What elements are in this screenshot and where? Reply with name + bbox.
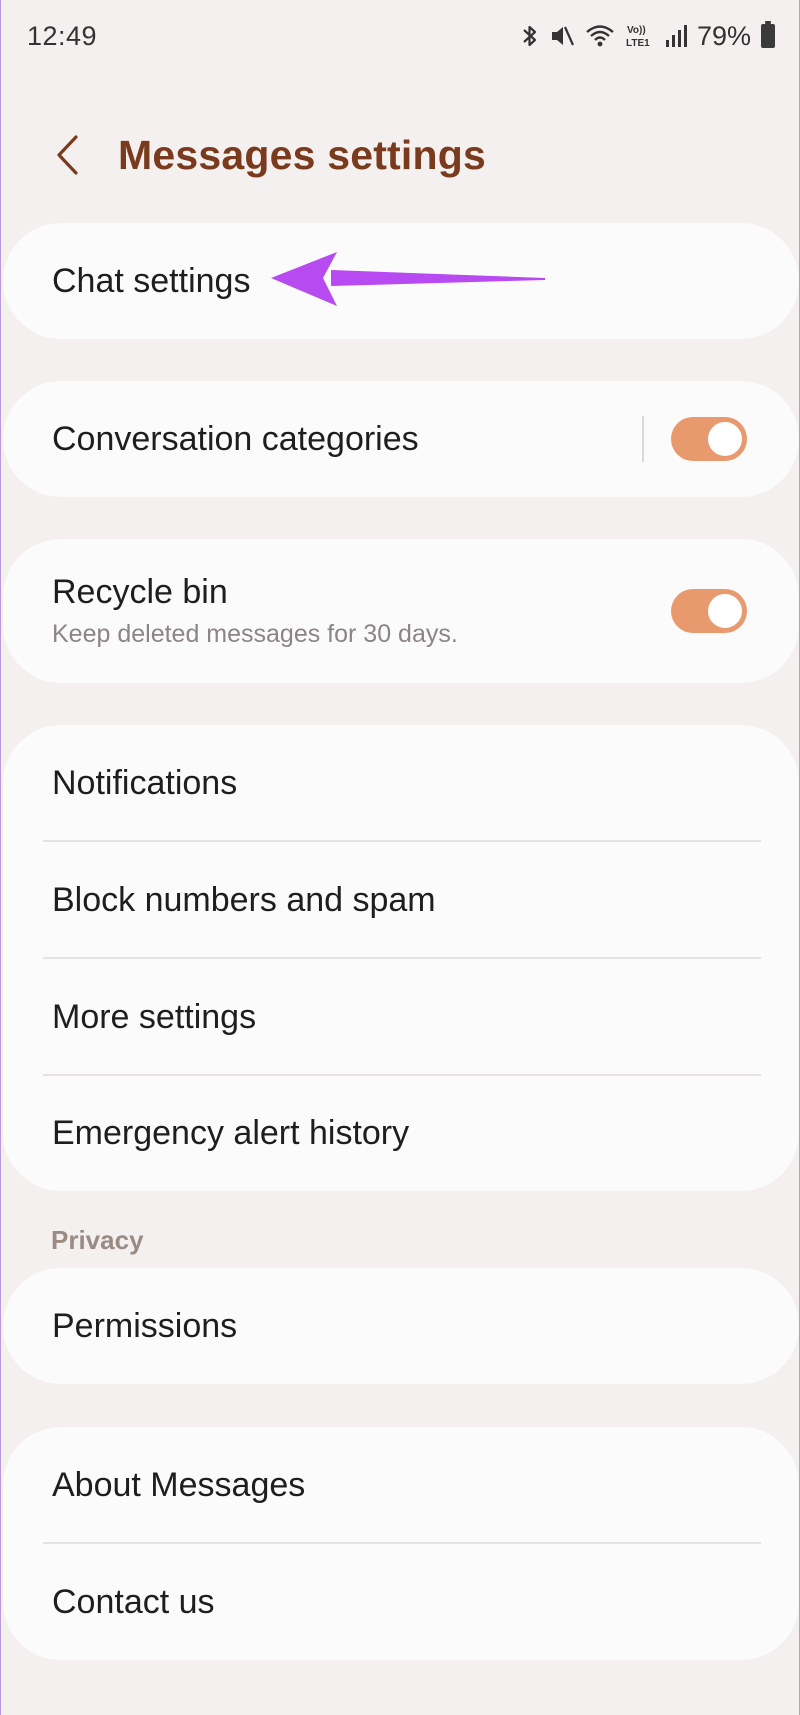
block-numbers-label: Block numbers and spam bbox=[52, 881, 436, 919]
privacy-section-label: Privacy bbox=[51, 1225, 144, 1255]
signal-icon bbox=[665, 24, 687, 48]
recycle-bin-toggle[interactable] bbox=[671, 589, 747, 633]
mute-icon bbox=[549, 23, 575, 49]
recycle-bin-subtitle: Keep deleted messages for 30 days. bbox=[52, 620, 458, 648]
conversation-categories-card: Conversation categories bbox=[3, 381, 799, 497]
recycle-bin-text: Recycle bin Keep deleted messages for 30… bbox=[52, 573, 458, 649]
page-title: Messages settings bbox=[118, 132, 486, 178]
permissions-label: Permissions bbox=[52, 1306, 238, 1345]
conversation-categories-toggle[interactable] bbox=[671, 417, 747, 461]
privacy-card: Permissions bbox=[3, 1268, 799, 1384]
app-header: Messages settings bbox=[1, 118, 800, 198]
block-numbers-item[interactable]: Block numbers and spam bbox=[3, 842, 799, 959]
vertical-divider bbox=[642, 416, 644, 462]
back-button[interactable] bbox=[45, 132, 89, 182]
status-icons: Vo)) LTE1 79% bbox=[521, 21, 775, 52]
permissions-item[interactable]: Permissions bbox=[3, 1268, 799, 1384]
chat-settings-label: Chat settings bbox=[52, 261, 251, 300]
svg-text:LTE1: LTE1 bbox=[626, 38, 650, 49]
about-messages-item[interactable]: About Messages bbox=[3, 1427, 799, 1544]
notifications-label: Notifications bbox=[52, 764, 238, 802]
conversation-categories-item[interactable]: Conversation categories bbox=[3, 381, 799, 497]
more-settings-item[interactable]: More settings bbox=[3, 959, 799, 1076]
status-time: 12:49 bbox=[27, 20, 98, 51]
volte-lte-icon: Vo)) LTE1 bbox=[625, 22, 655, 50]
main-settings-card: Notifications Block numbers and spam Mor… bbox=[3, 725, 799, 1191]
recycle-bin-item[interactable]: Recycle bin Keep deleted messages for 30… bbox=[3, 539, 799, 683]
wifi-icon bbox=[585, 23, 615, 49]
recycle-bin-label: Recycle bin bbox=[52, 573, 228, 611]
emergency-alert-history-label: Emergency alert history bbox=[52, 1114, 410, 1152]
contact-us-item[interactable]: Contact us bbox=[3, 1544, 799, 1660]
chevron-left-icon bbox=[54, 133, 80, 182]
recycle-bin-card: Recycle bin Keep deleted messages for 30… bbox=[3, 539, 799, 683]
battery-icon bbox=[761, 21, 775, 48]
battery-percent: 79% bbox=[696, 20, 751, 51]
bluetooth-icon bbox=[521, 23, 539, 49]
toggle-knob bbox=[705, 591, 745, 631]
about-card: About Messages Contact us bbox=[3, 1427, 799, 1660]
status-bar: 12:49 Vo)) LTE1 79% bbox=[1, 0, 800, 72]
about-messages-label: About Messages bbox=[52, 1466, 306, 1504]
toggle-knob bbox=[705, 419, 745, 459]
conversation-categories-label: Conversation categories bbox=[52, 419, 419, 458]
emergency-alert-history-item[interactable]: Emergency alert history bbox=[3, 1076, 799, 1191]
more-settings-label: More settings bbox=[52, 998, 257, 1036]
annotation-arrow-icon bbox=[269, 248, 551, 317]
svg-text:Vo)): Vo)) bbox=[627, 25, 646, 36]
notifications-item[interactable]: Notifications bbox=[3, 725, 799, 842]
contact-us-label: Contact us bbox=[52, 1582, 215, 1621]
